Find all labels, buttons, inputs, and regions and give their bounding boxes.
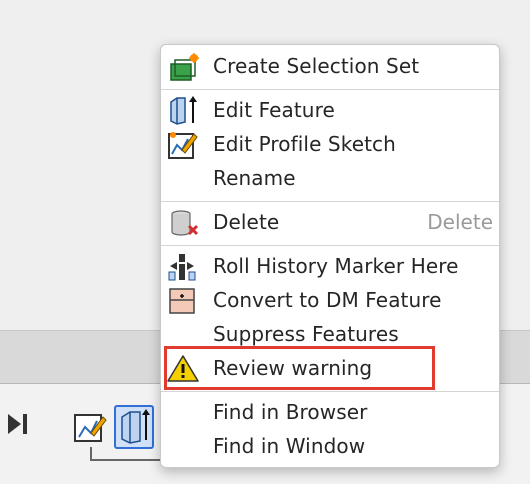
selection-set-icon bbox=[167, 52, 201, 82]
menu-item-label: Roll History Marker Here bbox=[213, 254, 459, 278]
context-menu: Create Selection Set Edit Feature Edit P… bbox=[160, 44, 500, 468]
menu-item-edit-profile-sketch[interactable]: Edit Profile Sketch bbox=[161, 127, 499, 161]
menu-item-label: Rename bbox=[213, 166, 296, 190]
timeline-connector bbox=[90, 447, 170, 461]
sketch-icon[interactable] bbox=[73, 411, 107, 445]
menu-item-label: Edit Profile Sketch bbox=[213, 132, 396, 156]
menu-item-roll-history-marker[interactable]: Roll History Marker Here bbox=[161, 249, 499, 283]
menu-separator bbox=[161, 89, 499, 90]
menu-item-convert-dm-feature[interactable]: Convert to DM Feature bbox=[161, 283, 499, 317]
menu-item-label: Convert to DM Feature bbox=[213, 288, 442, 312]
menu-item-review-warning[interactable]: Review warning bbox=[161, 351, 499, 385]
dm-feature-icon bbox=[167, 286, 201, 316]
delete-icon bbox=[167, 208, 201, 238]
menu-item-find-in-browser[interactable]: Find in Browser bbox=[161, 395, 499, 429]
menu-item-create-selection-set[interactable]: Create Selection Set bbox=[161, 49, 499, 83]
timeline-end-icon[interactable] bbox=[6, 411, 30, 437]
menu-item-label: Find in Browser bbox=[213, 400, 368, 424]
menu-item-delete[interactable]: Delete Delete bbox=[161, 205, 499, 239]
menu-separator bbox=[161, 201, 499, 202]
history-marker-icon bbox=[167, 252, 201, 282]
menu-item-label: Edit Feature bbox=[213, 98, 335, 122]
warning-icon bbox=[167, 354, 201, 384]
menu-item-label: Review warning bbox=[213, 356, 373, 380]
menu-item-label: Delete bbox=[213, 210, 280, 234]
menu-item-label: Suppress Features bbox=[213, 322, 399, 346]
menu-separator bbox=[161, 245, 499, 246]
menu-item-suppress-features[interactable]: Suppress Features bbox=[161, 317, 499, 351]
menu-item-find-in-window[interactable]: Find in Window bbox=[161, 429, 499, 463]
menu-item-label: Create Selection Set bbox=[213, 54, 420, 78]
menu-item-rename[interactable]: Rename bbox=[161, 161, 499, 195]
feature-icon[interactable] bbox=[114, 405, 154, 449]
delete-shortcut: Delete bbox=[427, 210, 493, 234]
sketch-icon bbox=[167, 130, 201, 160]
menu-item-label: Find in Window bbox=[213, 434, 366, 458]
feature-icon bbox=[167, 96, 201, 126]
menu-item-edit-feature[interactable]: Edit Feature bbox=[161, 93, 499, 127]
menu-separator bbox=[161, 391, 499, 392]
